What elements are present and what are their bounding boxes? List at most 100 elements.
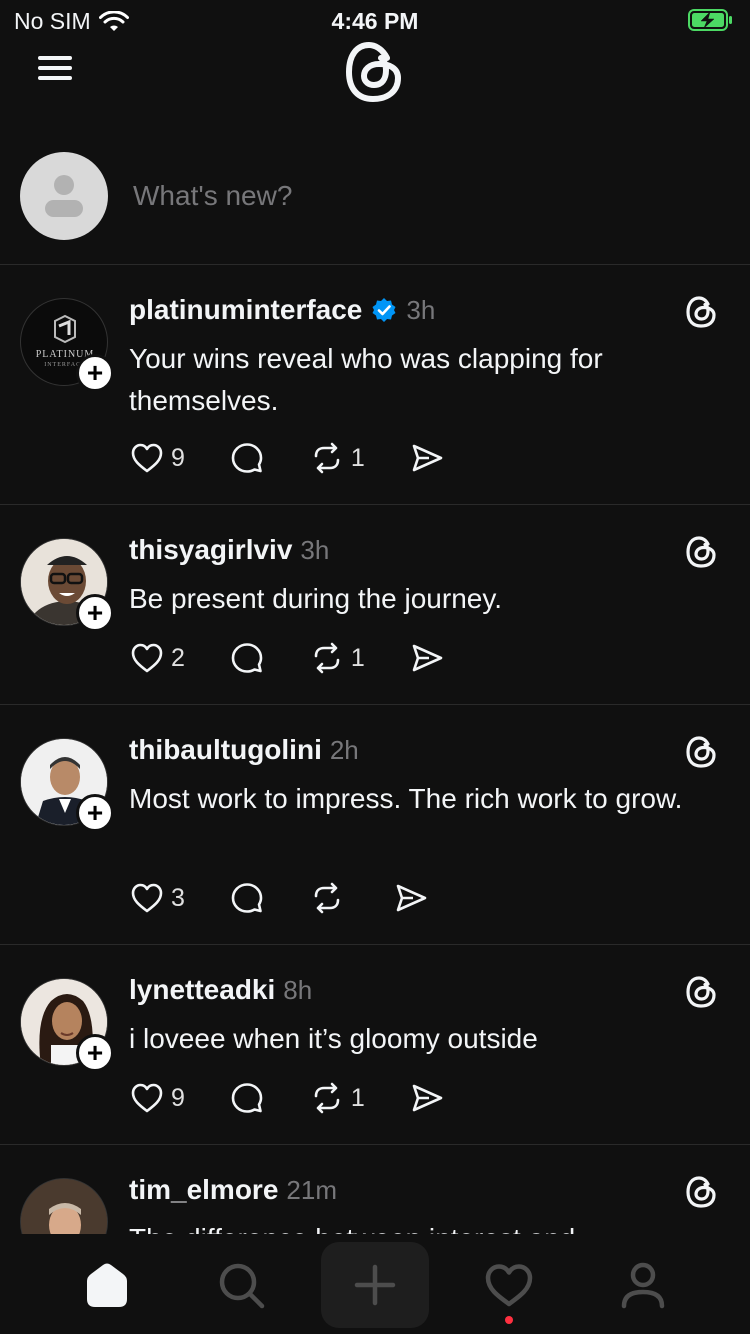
like-count: 9: [171, 1083, 185, 1112]
comment-icon: [231, 643, 263, 673]
new-thread-icon: [354, 1264, 396, 1306]
menu-icon[interactable]: [36, 52, 76, 84]
notification-dot: [505, 1316, 513, 1324]
post-username[interactable]: thibaultugolini: [129, 734, 322, 766]
tab-activity[interactable]: [482, 1258, 536, 1312]
feed-post[interactable]: PLATINUM INTERFACE + platinuminterface 3…: [0, 266, 750, 504]
send-icon: [396, 884, 427, 912]
comment-icon: [231, 1083, 263, 1113]
post-time: 2h: [329, 734, 359, 765]
repost-button[interactable]: 1: [309, 640, 365, 676]
post-username[interactable]: tim_elmore: [129, 1174, 278, 1206]
feed-post[interactable]: + thibaultugolini 2h Most work to impres…: [0, 706, 750, 944]
follow-plus-button[interactable]: +: [76, 594, 114, 632]
tab-new-thread[interactable]: [321, 1242, 429, 1328]
follow-plus-button[interactable]: +: [76, 354, 114, 392]
share-button[interactable]: [393, 880, 429, 916]
post-text[interactable]: The difference between interest and: [129, 1218, 689, 1234]
search-icon: [219, 1263, 265, 1309]
divider: [0, 264, 750, 265]
composer[interactable]: What's new?: [0, 152, 750, 264]
comment-icon: [231, 443, 263, 473]
like-button[interactable]: 3: [129, 880, 185, 916]
post-text[interactable]: Be present during the journey.: [129, 578, 689, 620]
reply-button[interactable]: [229, 880, 265, 916]
post-text[interactable]: Your wins reveal who was clapping for th…: [129, 338, 689, 422]
post-avatar[interactable]: [20, 1178, 108, 1234]
post-username[interactable]: lynetteadki: [129, 974, 275, 1006]
follow-plus-button[interactable]: +: [76, 794, 114, 832]
threads-icon[interactable]: [684, 734, 718, 770]
heart-icon: [131, 643, 163, 673]
send-icon: [412, 444, 443, 472]
post-header: tim_elmore 21m: [129, 1174, 337, 1206]
whats-new-placeholder[interactable]: What's new?: [133, 180, 292, 212]
share-button[interactable]: [409, 440, 445, 476]
tab-search[interactable]: [214, 1258, 268, 1312]
like-button[interactable]: 9: [129, 1080, 185, 1116]
post-time: 8h: [283, 974, 313, 1005]
like-count: 9: [171, 443, 185, 472]
profile-photo-icon: [21, 1179, 107, 1234]
top-bar: [0, 40, 750, 110]
repost-button[interactable]: [309, 880, 345, 916]
feed-post[interactable]: + thisyagirlviv 3h Be present during the…: [0, 506, 750, 704]
post-actions: 3: [129, 878, 473, 918]
post-text[interactable]: Most work to impress. The rich work to g…: [129, 778, 689, 820]
verified-badge-icon: [372, 298, 396, 322]
repost-count: 1: [350, 1083, 365, 1112]
post-actions: 9 1: [129, 438, 489, 478]
heart-icon: [131, 1083, 163, 1113]
post-time: 3h: [300, 534, 330, 565]
activity-icon: [485, 1264, 533, 1307]
user-avatar[interactable]: [20, 152, 108, 240]
reply-button[interactable]: [229, 640, 265, 676]
post-username[interactable]: platinuminterface: [129, 294, 362, 326]
divider: [0, 504, 750, 505]
like-count: 2: [171, 643, 185, 672]
like-button[interactable]: 2: [129, 640, 185, 676]
default-avatar-icon: [45, 175, 83, 217]
like-button[interactable]: 9: [129, 440, 185, 476]
home-icon: [87, 1263, 127, 1307]
heart-icon: [131, 883, 163, 913]
post-header: platinuminterface 3h: [129, 294, 435, 326]
threads-icon[interactable]: [684, 974, 718, 1010]
repost-icon: [314, 1082, 340, 1114]
threads-icon[interactable]: [684, 534, 718, 570]
repost-button[interactable]: 1: [309, 440, 365, 476]
post-time: 3h: [406, 294, 436, 325]
post-username[interactable]: thisyagirlviv: [129, 534, 292, 566]
repost-icon: [314, 642, 340, 674]
tab-home[interactable]: [80, 1258, 134, 1312]
post-header: thisyagirlviv 3h: [129, 534, 329, 566]
tab-profile[interactable]: [616, 1258, 670, 1312]
threads-logo-icon[interactable]: [343, 40, 405, 104]
clock: 4:46 PM: [331, 8, 419, 34]
post-text[interactable]: i loveee when it’s gloomy outside: [129, 1018, 689, 1060]
post-header: lynetteadki 8h: [129, 974, 312, 1006]
divider: [0, 1144, 750, 1145]
feed-post[interactable]: + lynetteadki 8h i loveee when it’s gloo…: [0, 946, 750, 1144]
send-icon: [412, 644, 443, 672]
post-time: 21m: [286, 1174, 337, 1205]
repost-count: 1: [350, 643, 365, 672]
threads-icon[interactable]: [684, 1174, 718, 1210]
post-actions: 9 1: [129, 1078, 489, 1118]
share-button[interactable]: [409, 1080, 445, 1116]
comment-icon: [231, 883, 263, 913]
threads-icon[interactable]: [684, 294, 718, 330]
heart-icon: [131, 443, 163, 473]
follow-plus-button[interactable]: +: [76, 1034, 114, 1072]
like-count: 3: [171, 883, 185, 912]
reply-button[interactable]: [229, 1080, 265, 1116]
divider: [0, 704, 750, 705]
feed-post[interactable]: tim_elmore 21m The difference between in…: [0, 1146, 750, 1234]
repost-icon: [314, 882, 340, 914]
divider: [0, 944, 750, 945]
share-button[interactable]: [409, 640, 445, 676]
tab-bar: [0, 1234, 750, 1334]
reply-button[interactable]: [229, 440, 265, 476]
repost-button[interactable]: 1: [309, 1080, 365, 1116]
send-icon: [412, 1084, 443, 1112]
